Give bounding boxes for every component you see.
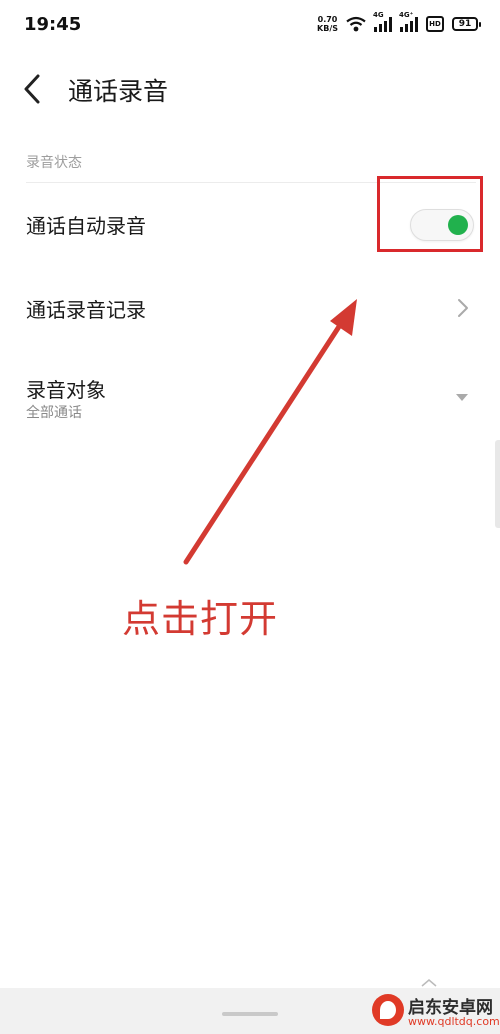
side-handle[interactable] [495,440,500,528]
annotation-arrow [183,299,357,565]
annotation-text: 点击打开 [122,597,279,641]
home-indicator[interactable] [222,1012,278,1016]
watermark-logo-icon [372,994,404,1026]
watermark: 启东安卓网 www.qdltdq.com [372,990,500,1034]
watermark-url: www.qdltdq.com [408,1015,500,1028]
collapse-icon[interactable] [420,978,438,988]
